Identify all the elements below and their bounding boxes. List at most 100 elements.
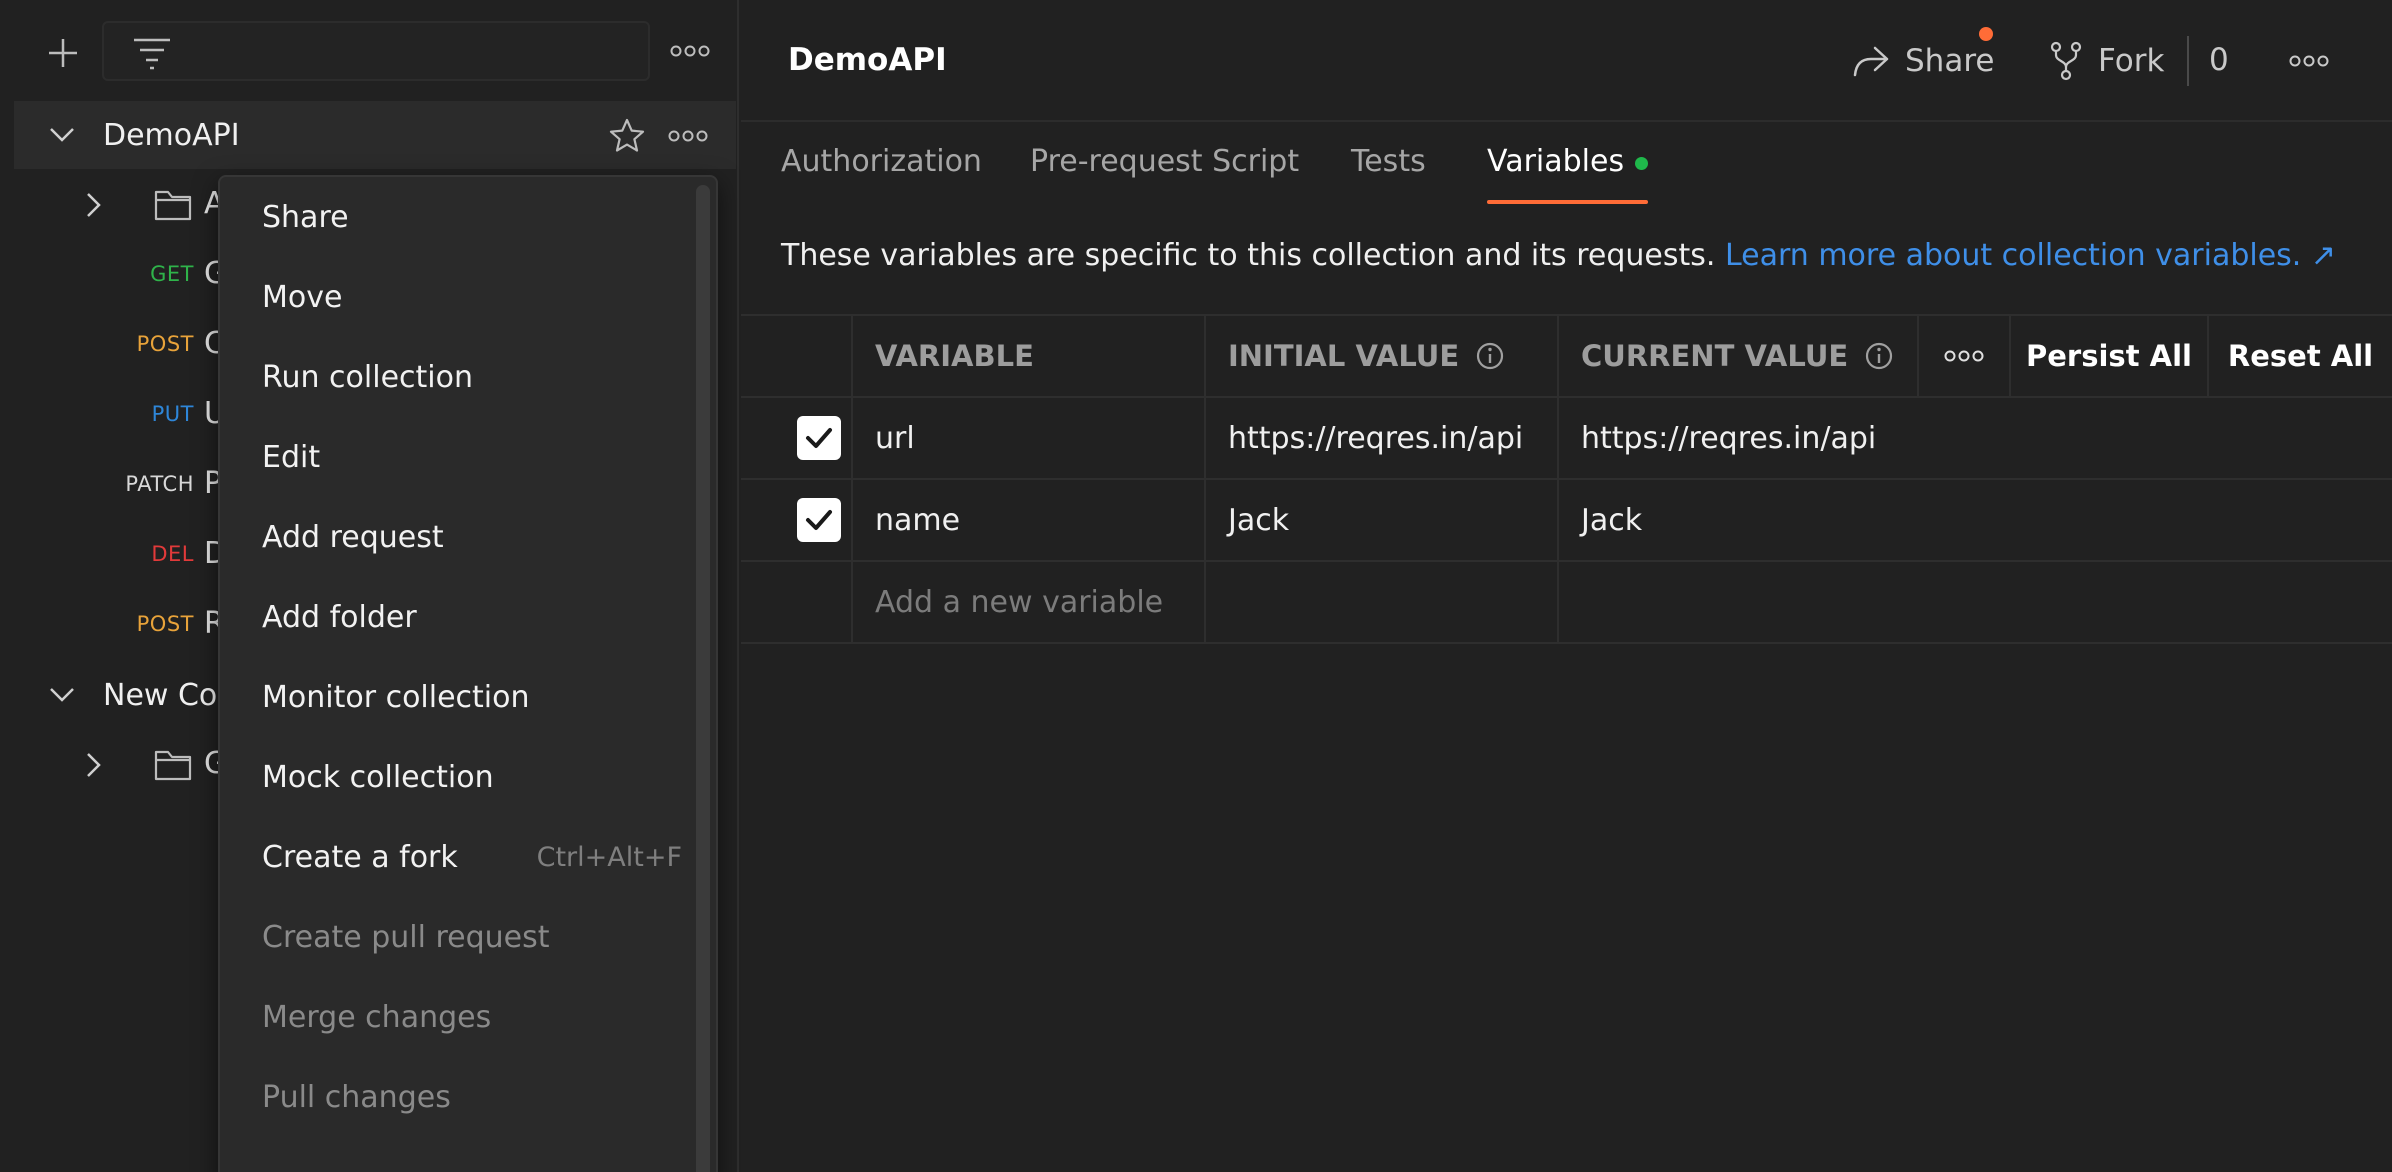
current-value-cell[interactable]: Jack: [1559, 480, 2392, 560]
persist-all-button[interactable]: Persist All: [2011, 316, 2209, 396]
star-icon[interactable]: [608, 117, 646, 155]
menu-item-add-request[interactable]: Add request: [220, 507, 690, 567]
reset-all-button[interactable]: Reset All: [2209, 316, 2392, 396]
menu-item-edit[interactable]: Edit: [220, 427, 690, 487]
new-variable-placeholder: Add a new variable: [875, 584, 1164, 620]
menu-item-share[interactable]: Share: [220, 187, 690, 247]
fork-button[interactable]: Fork: [2048, 36, 2164, 86]
menu-item-label: Pull changes: [262, 1079, 451, 1115]
menu-item-move[interactable]: Move: [220, 267, 690, 327]
new-current-value-input[interactable]: [1559, 562, 2392, 642]
fork-icon: [2050, 41, 2082, 81]
menu-item-label: Mock collection: [262, 759, 494, 795]
collection-row-demoapi[interactable]: DemoAPI: [14, 101, 736, 169]
tab-tests[interactable]: Tests: [1351, 144, 1426, 210]
menu-item-label: Run collection: [262, 359, 473, 395]
info-icon[interactable]: [1475, 341, 1505, 371]
menu-item-run-collection[interactable]: Run collection: [220, 347, 690, 407]
table-more-button[interactable]: [1919, 316, 2011, 396]
menu-item-shortcut: Ctrl+Alt+F: [536, 841, 682, 873]
header-more-button[interactable]: [2289, 48, 2329, 74]
new-button[interactable]: [40, 30, 86, 76]
table-row: name Jack Jack: [741, 480, 2392, 562]
method-badge: POST: [136, 332, 194, 356]
tab-label: Authorization: [781, 144, 982, 179]
variable-name-cell[interactable]: name: [853, 480, 1206, 560]
collection-context-menu: Share Move Run collection Edit Add reque…: [218, 175, 718, 1172]
more-horizontal-icon: [668, 130, 708, 142]
request-row[interactable]: GET G: [0, 250, 230, 300]
menu-item-label: Share: [262, 199, 349, 235]
chevron-right-icon[interactable]: [78, 189, 110, 221]
chevron-down-icon[interactable]: [46, 679, 78, 711]
new-variable-input[interactable]: Add a new variable: [853, 562, 1206, 642]
menu-item-label: Create a fork: [262, 839, 458, 875]
column-header-label: INITIAL VALUE: [1228, 339, 1460, 373]
enable-checkbox[interactable]: [797, 498, 841, 542]
variable-name: url: [875, 420, 915, 456]
variable-name-cell[interactable]: url: [853, 398, 1206, 478]
chevron-down-icon[interactable]: [46, 119, 78, 151]
persist-all-label: Persist All: [2026, 339, 2192, 373]
learn-more-link[interactable]: Learn more about collection variables. ↗: [1725, 238, 2336, 273]
fork-count[interactable]: 0: [2209, 42, 2229, 78]
folder-row[interactable]: A: [0, 180, 230, 230]
enable-checkbox[interactable]: [797, 416, 841, 460]
request-row[interactable]: PUT U: [0, 390, 230, 440]
collection-name: New Co: [103, 677, 218, 713]
header-checkbox-cell: [741, 316, 853, 396]
initial-value-cell[interactable]: Jack: [1206, 480, 1559, 560]
folder-icon: [154, 750, 192, 781]
main-header: DemoAPI Share Fork 0: [741, 0, 2392, 122]
column-header-initial-value: INITIAL VALUE: [1206, 316, 1559, 396]
active-tab-indicator: [1487, 200, 1649, 204]
tab-bar: Authorization Pre-request Script Tests V…: [741, 122, 2392, 210]
column-header-label: VARIABLE: [875, 339, 1034, 373]
new-initial-value-input[interactable]: [1206, 562, 1559, 642]
menu-item-pull-changes: Pull changes: [220, 1067, 690, 1127]
menu-item-mock-collection[interactable]: Mock collection: [220, 747, 690, 807]
share-arrow-icon: [1853, 46, 1889, 77]
share-label: Share: [1905, 43, 1995, 79]
request-row[interactable]: POST C: [0, 320, 230, 370]
reset-all-label: Reset All: [2227, 339, 2374, 373]
tab-pre-request-script[interactable]: Pre-request Script: [1030, 144, 1299, 210]
tab-authorization[interactable]: Authorization: [781, 144, 982, 210]
menu-item-label: Add request: [262, 519, 444, 555]
menu-item-create-pull-request: Create pull request: [220, 907, 690, 967]
description-text: These variables are specific to this col…: [781, 238, 1716, 273]
tab-label: Variables: [1487, 144, 1625, 179]
collection-more-button[interactable]: [668, 123, 708, 149]
menu-item-monitor-collection[interactable]: Monitor collection: [220, 667, 690, 727]
checkmark-icon: [806, 510, 832, 530]
sidebar-more-button[interactable]: [670, 34, 710, 68]
tab-variables[interactable]: Variables: [1487, 144, 1649, 210]
chevron-right-icon[interactable]: [78, 749, 110, 781]
table-header-row: VARIABLE INITIAL VALUE CURRENT VALUE Per…: [741, 314, 2392, 398]
column-header-variable: VARIABLE: [853, 316, 1206, 396]
method-badge: GET: [150, 262, 194, 286]
request-row[interactable]: POST R: [0, 600, 230, 650]
share-button[interactable]: Share: [1851, 27, 1995, 86]
main-panel: DemoAPI Share Fork 0 Authorization Pre-r…: [741, 0, 2392, 1172]
request-row[interactable]: DEL D: [0, 530, 230, 580]
menu-item-create-fork[interactable]: Create a fork Ctrl+Alt+F: [220, 827, 690, 887]
current-value-cell[interactable]: https://reqres.in/api: [1559, 398, 2392, 478]
request-row[interactable]: PATCH P: [0, 460, 230, 510]
fork-label: Fork: [2098, 43, 2165, 79]
menu-item-label: Add folder: [262, 599, 417, 635]
filter-icon: [134, 38, 170, 70]
filter-input[interactable]: [102, 21, 650, 81]
column-header-current-value: CURRENT VALUE: [1559, 316, 1919, 396]
checkmark-icon: [806, 428, 832, 448]
info-icon[interactable]: [1864, 341, 1894, 371]
variables-table: VARIABLE INITIAL VALUE CURRENT VALUE Per…: [741, 314, 2392, 644]
folder-row[interactable]: G: [0, 740, 230, 790]
row-checkbox-cell: [741, 480, 853, 560]
row-checkbox-cell: [741, 562, 853, 642]
initial-value-cell[interactable]: https://reqres.in/api: [1206, 398, 1559, 478]
menu-item-add-folder[interactable]: Add folder: [220, 587, 690, 647]
menu-scrollbar[interactable]: [696, 185, 710, 1172]
notification-dot: [1979, 27, 1993, 41]
menu-item-label: Move: [262, 279, 343, 315]
